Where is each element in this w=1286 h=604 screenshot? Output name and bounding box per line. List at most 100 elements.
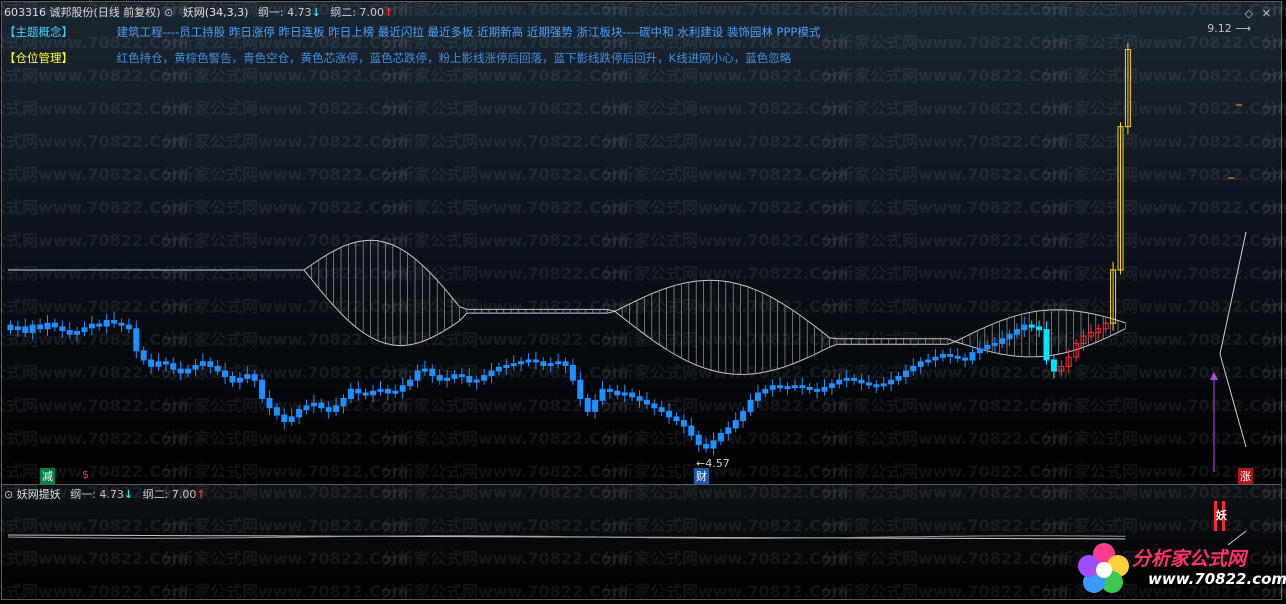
candle-body [606, 388, 613, 392]
candle-body [392, 390, 399, 394]
candle-body [170, 363, 177, 370]
stock-title[interactable]: 603316 诚邦股份(日线 前复权) [4, 6, 161, 19]
indicator-toggle-icon[interactable]: ⊙ [164, 6, 173, 19]
candle-body [791, 385, 798, 389]
fan-line-lower [1219, 353, 1247, 448]
candle-body [96, 323, 103, 327]
candle-body [540, 361, 547, 366]
candle-body [888, 379, 895, 385]
candle-body [969, 352, 976, 361]
candle-body [495, 366, 502, 372]
candle-body [777, 385, 784, 389]
candle-body [111, 319, 118, 324]
chart-header: 603316 诚邦股份(日线 前复权) ⊙ 妖网(34,3,3) 纲一: 4.7… [4, 4, 393, 20]
candle-body [192, 364, 199, 370]
candle-body [1013, 329, 1020, 335]
candle-body [37, 324, 44, 330]
candle-body [814, 388, 821, 392]
candle-body [310, 402, 317, 407]
candle-body [399, 385, 406, 392]
candle-body [629, 392, 636, 398]
extra-layer [1210, 104, 1247, 472]
candle-body [525, 359, 532, 363]
candle-body [577, 379, 584, 400]
candle-body [88, 323, 95, 329]
candle-body [296, 409, 303, 418]
candle-body [421, 368, 428, 372]
marker-jian: 减 [40, 468, 55, 484]
logo-text-url: www.70822.com [1148, 570, 1286, 588]
candle-body [118, 322, 125, 326]
diamond-icon[interactable]: ◇ [1245, 7, 1253, 20]
candle-body [584, 398, 591, 412]
candle-body [599, 388, 606, 401]
gang1-value: 纲一: 4.73 [257, 6, 312, 19]
position-text: 红色持仓，黄棕色警告，青色空仓，黄色芯涨停，蓝色芯跌停，粉上影线涨停后回落，蓝下… [116, 51, 792, 65]
flower-logo-icon [1078, 543, 1129, 593]
candle-body [717, 432, 724, 442]
candle-body [910, 365, 917, 372]
candle-body [51, 322, 58, 328]
candle-body [7, 324, 14, 331]
candle-body [185, 368, 192, 374]
candle-body [384, 388, 391, 394]
candle-body [703, 443, 710, 449]
candle-body [947, 353, 954, 357]
candle-body [1050, 359, 1057, 372]
sub-marker-yao: 妖 [1216, 509, 1227, 522]
candle-body [806, 387, 813, 391]
candle-body [370, 390, 377, 396]
candle-body [873, 384, 880, 388]
theme-concept-row: 【主题概念】 建筑工程----员工持股 昨日涨停 昨日连板 昨日上榜 最近闪拉 … [4, 24, 820, 40]
candle-body [259, 379, 266, 400]
candle-body [14, 326, 21, 331]
candle-body [658, 407, 665, 412]
main-chart-pane[interactable]: 分析家公式网www.70822.Com分析家公式网www.70822.Com分析… [0, 0, 1286, 485]
candle-body [362, 392, 369, 396]
candle-body [266, 398, 273, 409]
price-max-label: 9.12 ⟶ [1207, 22, 1251, 35]
candle-body [1043, 329, 1050, 361]
candle-body [44, 322, 51, 330]
fan-line-upper [1219, 231, 1247, 355]
candle-body [133, 328, 140, 352]
candle-body [680, 420, 687, 427]
arrow-down-icon: ↓ [311, 6, 321, 19]
candle-body [333, 405, 340, 412]
candle-body [125, 324, 132, 330]
candle-body [754, 392, 761, 401]
candle-body [769, 385, 776, 390]
candle-body [488, 370, 495, 377]
candle-body [22, 326, 29, 333]
candle-body [547, 363, 554, 367]
candle-body [103, 319, 110, 327]
candle-body [895, 375, 902, 381]
arrow-down-icon: ↓ [123, 488, 134, 501]
marker-cai: 财 [694, 468, 709, 484]
candle-body [74, 330, 81, 335]
indicator-toggle-icon[interactable]: ⊙ [4, 488, 13, 501]
candle-body [81, 327, 88, 332]
candle-body [444, 377, 451, 381]
candle-body [865, 382, 872, 386]
candle-body [59, 326, 66, 332]
candle-body [1028, 324, 1035, 328]
marker-zhang: 涨 [1238, 468, 1253, 484]
candle-body [436, 375, 443, 381]
close-icon[interactable]: ✕ [1262, 7, 1271, 20]
candle-body [555, 361, 562, 365]
arrow-up-icon: ↑ [196, 488, 206, 501]
candle-body [518, 361, 525, 365]
candle-body [244, 374, 251, 379]
candle-body [377, 388, 384, 392]
candle-body [740, 410, 747, 422]
position-row: 【仓位管理】 红色持仓，黄棕色警告，青色空仓，黄色芯涨停，蓝色芯跌停，粉上影线涨… [4, 50, 791, 66]
candle-body [836, 379, 843, 385]
candle-body [199, 361, 206, 366]
sub-header: ⊙ 妖网提妖 纲一: 4.73↓ 纲二: 7.00↑ [4, 486, 206, 502]
candle-body [925, 359, 932, 363]
candle-body [695, 434, 702, 445]
candle-layer [7, 43, 1131, 456]
candle-body [532, 359, 539, 363]
candle-body [1036, 326, 1043, 331]
